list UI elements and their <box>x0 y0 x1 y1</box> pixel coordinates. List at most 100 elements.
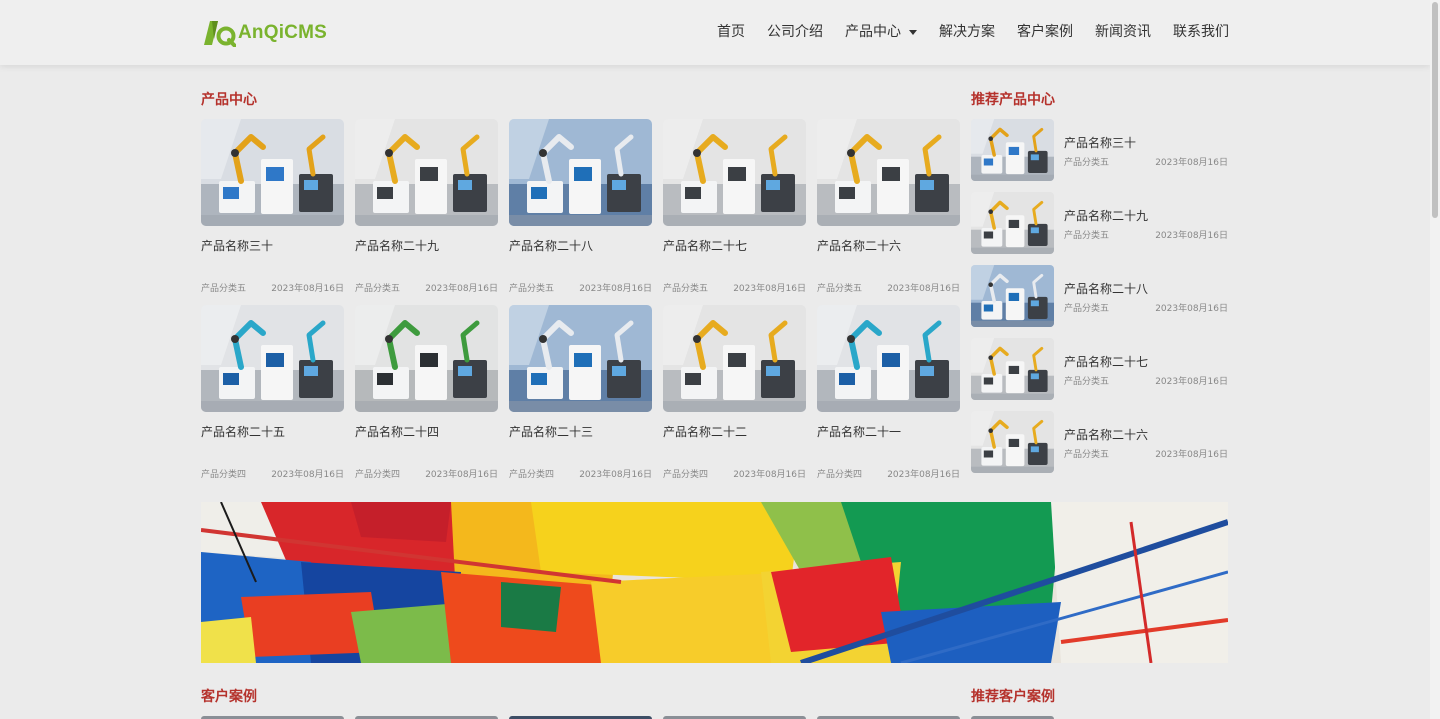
product-thumbnail[interactable] <box>663 305 806 412</box>
recommended-product-category: 产品分类五 <box>1064 231 1110 241</box>
product-name[interactable]: 产品名称二十九 <box>355 237 498 253</box>
product-name[interactable]: 产品名称二十五 <box>201 423 344 439</box>
product-name[interactable]: 产品名称二十七 <box>663 237 806 253</box>
product-meta: 产品分类四 2023年08月16日 <box>201 467 344 480</box>
page-scrollbar[interactable] <box>1430 0 1440 719</box>
product-name[interactable]: 产品名称二十八 <box>509 237 652 253</box>
product-meta: 产品分类五 2023年08月16日 <box>509 281 652 294</box>
recommended-product-date: 2023年08月16日 <box>1155 231 1228 241</box>
site-logo[interactable]: AnQiCMS <box>202 18 327 48</box>
product-thumbnail[interactable] <box>663 119 806 226</box>
product-name[interactable]: 产品名称二十二 <box>663 423 806 439</box>
recommended-product-item[interactable]: 产品名称二十六 产品分类五 2023年08月16日 <box>971 411 1228 473</box>
product-thumbnail[interactable] <box>201 305 344 412</box>
recommended-product-date: 2023年08月16日 <box>1155 304 1228 314</box>
robot-illustration <box>201 305 344 412</box>
recommended-product-category: 产品分类五 <box>1064 158 1110 168</box>
product-meta: 产品分类五 2023年08月16日 <box>201 281 344 294</box>
abstract-art-banner[interactable] <box>201 502 1228 663</box>
recommended-product-name[interactable]: 产品名称二十七 <box>1064 353 1148 370</box>
product-name[interactable]: 产品名称二十一 <box>817 423 960 439</box>
recommended-cases-title: 推荐客户案例 <box>971 689 1055 705</box>
product-category: 产品分类五 <box>355 284 401 294</box>
scrollbar-thumb[interactable] <box>1432 2 1438 218</box>
site-header: AnQiCMS 首页 公司介绍 产品中心 解决方案 客户案例 新闻资讯 联系我们 <box>0 0 1430 65</box>
product-card[interactable]: 产品名称二十二 产品分类四 2023年08月16日 <box>663 305 806 480</box>
recommended-product-item[interactable]: 产品名称二十九 产品分类五 2023年08月16日 <box>971 192 1228 254</box>
robot-illustration <box>663 305 806 412</box>
product-card[interactable]: 产品名称二十九 产品分类五 2023年08月16日 <box>355 119 498 294</box>
recommended-product-name[interactable]: 产品名称三十 <box>1064 134 1136 151</box>
robot-illustration <box>355 305 498 412</box>
recommended-product-thumbnail[interactable] <box>971 411 1054 473</box>
product-card[interactable]: 产品名称二十一 产品分类四 2023年08月16日 <box>817 305 960 480</box>
logo-icon <box>204 21 236 47</box>
robot-illustration <box>355 119 498 226</box>
recommended-product-date: 2023年08月16日 <box>1155 450 1228 460</box>
product-name[interactable]: 产品名称三十 <box>201 237 344 253</box>
nav-about[interactable]: 公司介绍 <box>767 20 823 44</box>
product-date: 2023年08月16日 <box>887 470 960 480</box>
product-category: 产品分类四 <box>201 470 247 480</box>
nav-cases[interactable]: 客户案例 <box>1017 20 1073 44</box>
caret-down-icon <box>909 29 917 35</box>
nav-products[interactable]: 产品中心 <box>845 20 917 44</box>
product-name[interactable]: 产品名称二十四 <box>355 423 498 439</box>
recommended-product-item[interactable]: 产品名称二十七 产品分类五 2023年08月16日 <box>971 338 1228 400</box>
product-date: 2023年08月16日 <box>579 284 652 294</box>
product-card[interactable]: 产品名称二十五 产品分类四 2023年08月16日 <box>201 305 344 480</box>
product-date: 2023年08月16日 <box>271 470 344 480</box>
product-date: 2023年08月16日 <box>425 284 498 294</box>
product-category: 产品分类四 <box>817 470 863 480</box>
product-card[interactable]: 产品名称二十八 产品分类五 2023年08月16日 <box>509 119 652 294</box>
products-section-title: 产品中心 <box>201 92 257 108</box>
product-date: 2023年08月16日 <box>425 470 498 480</box>
recommended-product-item[interactable]: 产品名称三十 产品分类五 2023年08月16日 <box>971 119 1228 181</box>
product-date: 2023年08月16日 <box>733 470 806 480</box>
product-category: 产品分类四 <box>355 470 401 480</box>
product-thumbnail[interactable] <box>201 119 344 226</box>
product-category: 产品分类五 <box>663 284 709 294</box>
nav-news[interactable]: 新闻资讯 <box>1095 20 1151 44</box>
recommended-product-category: 产品分类五 <box>1064 304 1110 314</box>
nav-contact[interactable]: 联系我们 <box>1173 20 1229 44</box>
product-card[interactable]: 产品名称二十三 产品分类四 2023年08月16日 <box>509 305 652 480</box>
product-card[interactable]: 产品名称三十 产品分类五 2023年08月16日 <box>201 119 344 294</box>
product-thumbnail[interactable] <box>817 305 960 412</box>
product-card[interactable]: 产品名称二十四 产品分类四 2023年08月16日 <box>355 305 498 480</box>
recommended-product-name[interactable]: 产品名称二十六 <box>1064 426 1148 443</box>
product-date: 2023年08月16日 <box>579 470 652 480</box>
logo-text: AnQiCMS <box>238 22 328 43</box>
product-thumbnail[interactable] <box>355 305 498 412</box>
recommended-product-thumbnail[interactable] <box>971 338 1054 400</box>
product-category: 产品分类四 <box>509 470 555 480</box>
product-date: 2023年08月16日 <box>887 284 960 294</box>
recommended-product-name[interactable]: 产品名称二十九 <box>1064 207 1148 224</box>
robot-illustration <box>509 305 652 412</box>
product-card[interactable]: 产品名称二十六 产品分类五 2023年08月16日 <box>817 119 960 294</box>
recommended-product-thumbnail[interactable] <box>971 265 1054 327</box>
product-category: 产品分类五 <box>509 284 555 294</box>
recommended-product-name[interactable]: 产品名称二十八 <box>1064 280 1148 297</box>
product-name[interactable]: 产品名称二十六 <box>817 237 960 253</box>
recommended-product-thumbnail[interactable] <box>971 192 1054 254</box>
recommended-product-thumbnail[interactable] <box>971 119 1054 181</box>
product-thumbnail[interactable] <box>509 305 652 412</box>
nav-solutions[interactable]: 解决方案 <box>939 20 995 44</box>
product-category: 产品分类四 <box>663 470 709 480</box>
recommended-product-date: 2023年08月16日 <box>1155 377 1228 387</box>
product-thumbnail[interactable] <box>355 119 498 226</box>
product-thumbnail[interactable] <box>817 119 960 226</box>
recommended-product-date: 2023年08月16日 <box>1155 158 1228 168</box>
recommended-product-item[interactable]: 产品名称二十八 产品分类五 2023年08月16日 <box>971 265 1228 327</box>
product-meta: 产品分类四 2023年08月16日 <box>509 467 652 480</box>
main-nav: 首页 公司介绍 产品中心 解决方案 客户案例 新闻资讯 联系我们 <box>717 20 1229 44</box>
product-name[interactable]: 产品名称二十三 <box>509 423 652 439</box>
nav-products-label: 产品中心 <box>845 24 901 40</box>
banner-artwork <box>201 502 1228 663</box>
product-card[interactable]: 产品名称二十七 产品分类五 2023年08月16日 <box>663 119 806 294</box>
product-thumbnail[interactable] <box>509 119 652 226</box>
nav-home[interactable]: 首页 <box>717 20 745 44</box>
robot-illustration <box>509 119 652 226</box>
robot-illustration <box>971 338 1054 400</box>
